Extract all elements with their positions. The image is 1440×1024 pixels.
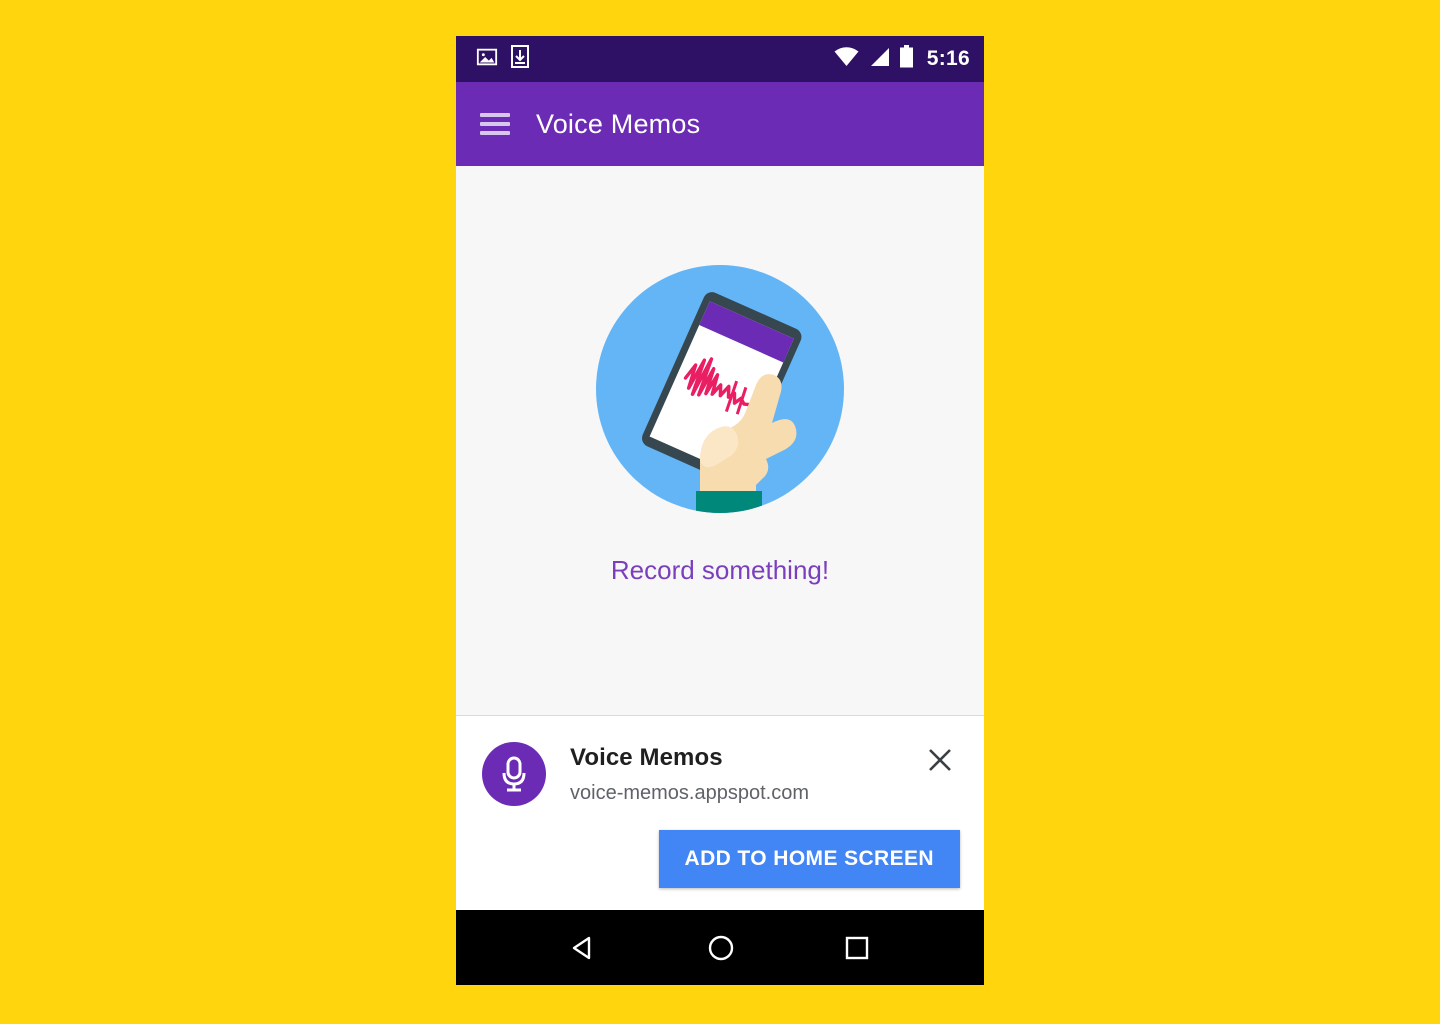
install-banner-title: Voice Memos: [570, 744, 723, 771]
hamburger-line: [480, 131, 510, 135]
hamburger-menu-icon[interactable]: [480, 113, 510, 135]
wifi-icon: [834, 46, 859, 72]
install-button-row: ADD TO HOME SCREEN: [482, 830, 960, 888]
add-to-home-screen-button[interactable]: ADD TO HOME SCREEN: [658, 830, 960, 888]
back-button[interactable]: [569, 933, 599, 963]
recents-button[interactable]: [843, 934, 871, 962]
image-icon: [476, 46, 498, 73]
status-bar: 5:16: [456, 36, 984, 82]
install-banner-url: voice-memos.appspot.com: [570, 782, 809, 804]
android-navigation-bar: [456, 910, 984, 985]
status-bar-clock: 5:16: [926, 47, 970, 70]
download-icon: [511, 45, 529, 73]
hamburger-line: [480, 113, 510, 117]
battery-icon: [899, 45, 914, 73]
microphone-icon: [482, 742, 546, 806]
hamburger-line: [480, 122, 510, 126]
install-banner-text: Voice Memos voice-memos.appspot.com: [570, 742, 809, 805]
cell-signal-icon: [868, 47, 890, 72]
home-button[interactable]: [706, 933, 736, 963]
close-icon[interactable]: [922, 742, 958, 778]
empty-state-label: Record something!: [610, 555, 830, 585]
page-title: Voice Memos: [536, 108, 701, 139]
main-content: Record something!: [456, 166, 984, 715]
hand-holding-phone-illustration: [596, 265, 844, 513]
phone-screen: 5:16 Voice Memos Record something! Voice…: [456, 36, 984, 985]
status-bar-right-icons: 5:16: [834, 45, 970, 73]
app-bar: Voice Memos: [456, 82, 984, 166]
install-banner: Voice Memos voice-memos.appspot.com ADD …: [456, 715, 984, 910]
install-banner-info: Voice Memos voice-memos.appspot.com: [482, 742, 960, 806]
status-bar-left-icons: [476, 45, 529, 73]
